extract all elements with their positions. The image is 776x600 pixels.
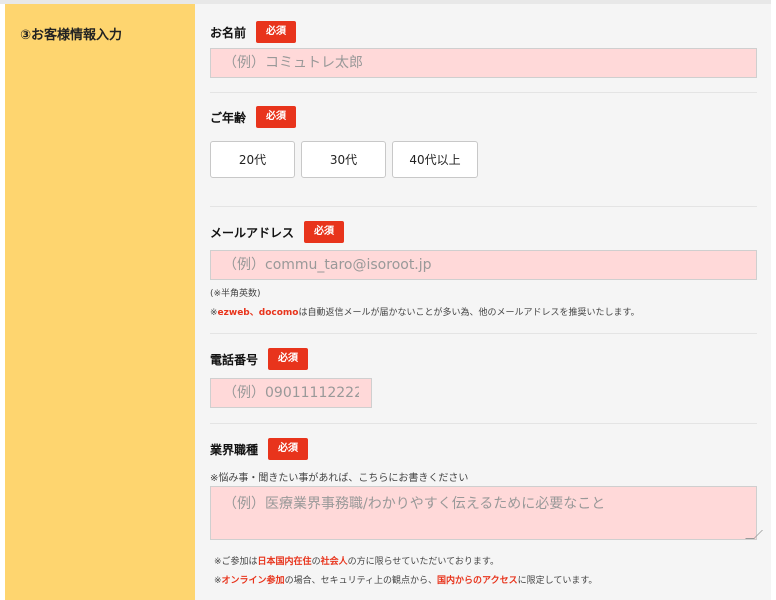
required-badge: 必須 xyxy=(256,21,297,43)
section-title: ③お客様情報入力 xyxy=(20,28,123,43)
email-input[interactable] xyxy=(210,250,757,280)
age-option-40s-plus[interactable]: 40代以上 xyxy=(392,141,478,178)
age-label: ご年齢 xyxy=(210,110,247,125)
divider xyxy=(210,423,757,424)
required-badge: 必須 xyxy=(268,438,309,460)
divider xyxy=(210,92,757,93)
phone-label-row: 電話番号 必須 xyxy=(210,348,309,370)
footnote-online-access: ※オンライン参加の場合、セキュリティ上の観点から、国内からのアクセスに限定してい… xyxy=(214,576,598,586)
industry-textarea[interactable] xyxy=(210,486,757,540)
phone-label: 電話番号 xyxy=(210,352,259,367)
industry-label-row: 業界職種 必須 xyxy=(210,438,309,460)
section-sidebar: ③お客様情報入力 xyxy=(5,4,195,600)
industry-label: 業界職種 xyxy=(210,442,259,457)
name-label-row: お名前 必須 xyxy=(210,21,297,43)
phone-input[interactable] xyxy=(210,378,372,408)
age-option-20s[interactable]: 20代 xyxy=(210,141,295,178)
email-label-row: メールアドレス 必須 xyxy=(210,221,345,243)
form-body: お名前 必須 ご年齢 必須 20代 30代 40代以上 メールアドレス 必須 (… xyxy=(195,4,771,600)
customer-info-form: ③お客様情報入力 お名前 必須 ご年齢 必須 20代 30代 40代以上 メール… xyxy=(0,0,776,600)
required-badge: 必須 xyxy=(268,348,309,370)
email-note-halfwidth: (※半角英数) xyxy=(210,289,261,299)
name-label: お名前 xyxy=(210,25,247,40)
industry-hint: ※悩み事・聞きたい事があれば、こちらにお書きください xyxy=(210,473,469,484)
divider xyxy=(210,333,757,334)
required-badge: 必須 xyxy=(304,221,345,243)
email-label: メールアドレス xyxy=(210,225,295,240)
age-option-30s[interactable]: 30代 xyxy=(301,141,386,178)
divider xyxy=(210,206,757,207)
footnote-residency: ※ご参加は日本国内在住の社会人の方に限らせていただいております。 xyxy=(214,557,499,567)
right-margin xyxy=(771,0,776,600)
email-note-carrier: ※ezweb、docomoは自動返信メールが届かないことが多い為、他のメールアド… xyxy=(210,308,640,318)
required-badge: 必須 xyxy=(256,106,297,128)
age-label-row: ご年齢 必須 xyxy=(210,106,297,128)
name-input[interactable] xyxy=(210,48,757,78)
